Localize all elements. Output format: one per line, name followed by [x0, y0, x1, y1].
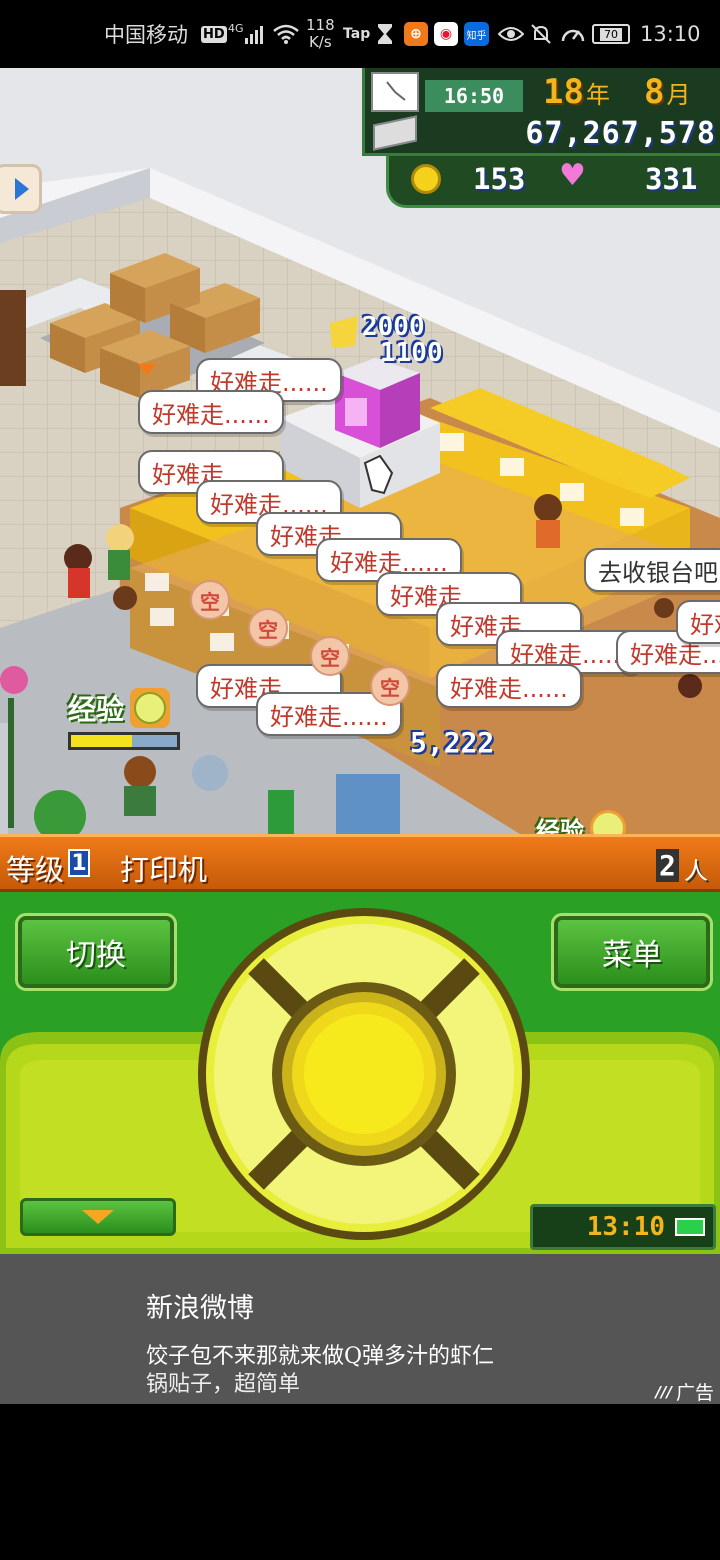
exp-orb-icon — [130, 688, 171, 728]
complaint-bubble: 好难走...... — [436, 664, 582, 708]
empty-shelf-badge: 空 — [310, 636, 350, 676]
dpad-down[interactable] — [310, 1162, 418, 1232]
switch-button[interactable]: 切换 — [15, 913, 177, 991]
empty-shelf-badge: 空 — [370, 666, 410, 706]
complaint-bubble: 好难走...... — [138, 390, 284, 434]
funds-value: 67,267,578 — [525, 116, 716, 151]
empty-shelf-badge: 空 — [248, 608, 288, 648]
lamp-post — [8, 698, 14, 828]
speedometer-icon — [560, 23, 586, 45]
fountain — [192, 755, 228, 791]
mute-bell-icon — [530, 23, 552, 45]
heart-icon: ♥ — [559, 158, 586, 193]
clock-icon — [371, 72, 419, 112]
zhihu-icon: 知乎 — [464, 22, 489, 46]
partial-bubble: 好难 — [676, 600, 720, 644]
coins-value: 153 — [473, 162, 526, 196]
down-arrow-icon — [82, 1210, 114, 1224]
net-speed-unit: K/s — [308, 33, 332, 51]
hourglass-icon — [376, 23, 394, 45]
exp-label-2: 经验 — [536, 810, 626, 834]
network-type: 4G — [228, 22, 244, 35]
year-unit: 年 — [585, 81, 610, 109]
money-icon — [373, 115, 417, 151]
clock-box: 13:10 — [530, 1204, 716, 1250]
controller-clock: 13:10 — [586, 1212, 665, 1242]
eye-icon — [498, 24, 524, 44]
exp-indicator: 经验 — [68, 688, 180, 750]
ad-text-2: 锅贴子，超简单 — [146, 1372, 301, 1397]
exp-orb-icon — [590, 810, 626, 834]
door — [0, 290, 26, 386]
hud-resources-panel: 153 ♥ 331 — [386, 156, 720, 208]
dpad-up[interactable] — [310, 916, 418, 986]
month-unit: 月 — [666, 81, 691, 109]
selected-item-name: 打印机 — [120, 853, 208, 887]
exp-bar — [68, 732, 180, 750]
ad-tag: /// 广告 — [655, 1382, 714, 1404]
level-label: 等级 — [6, 853, 65, 887]
play-arrow-icon — [15, 178, 29, 200]
game-view[interactable]: 16:50 18 年 8 月 67,267,578 153 ♥ 331 2000… — [0, 68, 720, 834]
menu-button[interactable]: 菜单 — [551, 913, 713, 991]
machine-green — [268, 790, 294, 834]
hud-time-panel: 16:50 18 年 8 月 67,267,578 — [362, 68, 720, 156]
exp-bar-fill — [71, 735, 133, 747]
net-speed-value: 118 — [306, 16, 335, 34]
dpad-left[interactable] — [206, 1020, 276, 1128]
carrier: 中国移动 — [104, 23, 188, 47]
controller-panel: 切换 菜单 13:10 — [0, 892, 720, 1254]
dpad-right[interactable] — [452, 1020, 522, 1128]
empty-shelf-badge: 空 — [190, 580, 230, 620]
info-bar: 等级 1 打印机 2 人 — [0, 834, 720, 892]
battery-icon: 70 — [592, 24, 630, 44]
taptap-icon: Tap — [343, 26, 371, 42]
hd-badge: HD — [201, 25, 227, 43]
staff-count: 2 — [656, 849, 679, 882]
app-notification-icon: ⊕ — [404, 22, 428, 46]
status-bar: 中国移动 HD 4G 118 K/s Tap ⊕ ◉ 知乎 70 13:10 — [0, 0, 720, 68]
ad-logo-icon: /// — [655, 1382, 672, 1401]
ad-banner[interactable]: 新浪微博 饺子包不来那就来做Q弹多汁的虾仁 锅贴子，超简单 /// 广告 — [0, 1254, 720, 1404]
hearts-value: 331 — [645, 162, 698, 196]
ad-source: 新浪微博 — [146, 1293, 254, 1324]
year-value: 18 — [543, 72, 584, 112]
printer-machine — [335, 358, 420, 448]
cashier-bubble: 去收银台吧 — [584, 548, 720, 592]
wifi-icon — [272, 23, 300, 45]
sale-value: 5,222 — [410, 726, 495, 759]
level-value: 1 — [68, 849, 90, 877]
coin-icon — [411, 164, 441, 194]
game-time: 16:50 — [425, 80, 523, 112]
staff-unit: 人 — [684, 857, 708, 885]
floating-value-bottom: 1100 — [380, 338, 443, 368]
collapse-button[interactable] — [20, 1198, 176, 1236]
status-time: 13:10 — [640, 22, 701, 46]
dpad-center-button[interactable] — [304, 1014, 424, 1134]
battery-level: 70 — [600, 27, 622, 41]
signal-icon — [244, 23, 266, 45]
side-expand-button[interactable] — [0, 164, 42, 214]
weibo-icon: ◉ — [434, 22, 458, 46]
month-value: 8 — [643, 72, 665, 112]
exp-label: 经验 — [68, 693, 125, 726]
battery-full-icon — [675, 1218, 705, 1236]
